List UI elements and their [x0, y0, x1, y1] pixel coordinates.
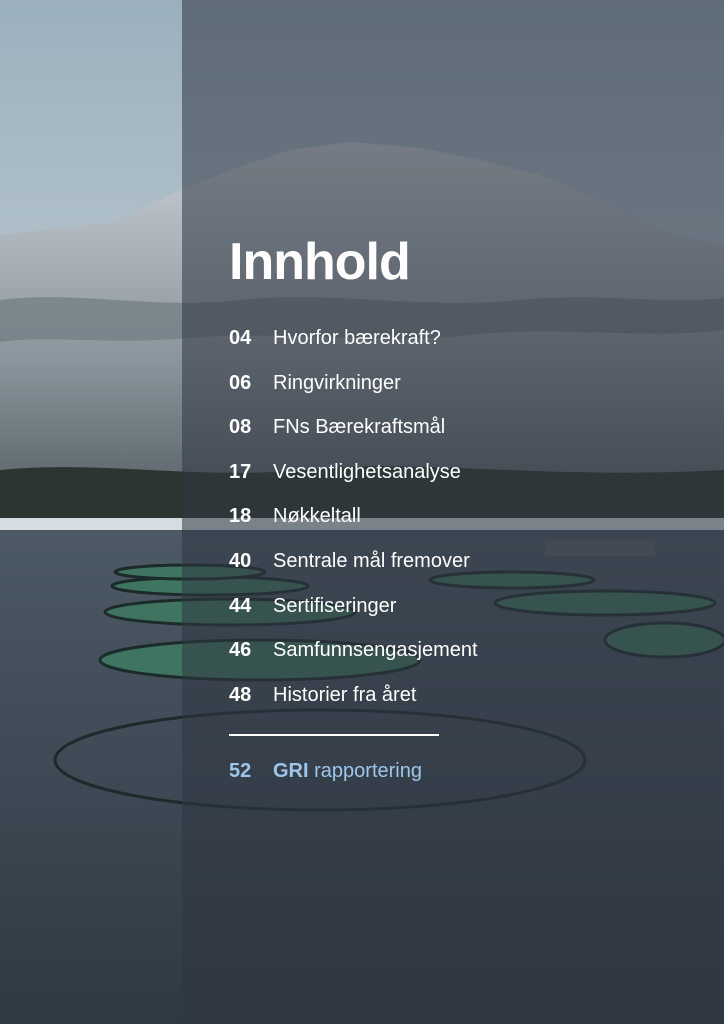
- gri-label-rest: rapportering: [314, 760, 422, 782]
- gri-label-strong: GRI: [273, 760, 309, 782]
- toc-page-number: 04: [229, 327, 252, 349]
- toc-label: FNs Bærekraftsmål: [273, 416, 446, 439]
- table-of-contents: 04 Hvorfor bærekraft? 06 Ringvirkninger 08…: [229, 327, 559, 728]
- toc-label: Sertifiseringer: [273, 594, 397, 617]
- contents-page: Innhold 04 Hvorfor bærekraft? 06 Ringvirkn…: [0, 0, 724, 1024]
- toc-label: Samfunnsengasjement: [273, 639, 478, 662]
- toc-label: Historier fra året: [273, 683, 417, 706]
- toc-page-number: 17: [229, 460, 252, 483]
- toc-label: Vesentlighetsanalyse: [273, 460, 461, 483]
- toc-item[interactable]: 04 Hvorfor bærekraft?: [229, 327, 559, 372]
- toc-item[interactable]: 46 Samfunnsengasjement: [229, 639, 559, 684]
- toc-label: Hvorfor bærekraft?: [273, 327, 441, 349]
- toc-page-number: 40: [229, 549, 252, 572]
- toc-page-number: 48: [229, 683, 252, 706]
- page-title: Innhold: [229, 233, 411, 291]
- toc-label: GRI rapportering: [273, 760, 422, 783]
- toc-page-number: 44: [229, 594, 252, 617]
- toc-page-number: 18: [229, 505, 252, 528]
- toc-item-gri[interactable]: 52 GRI rapportering: [229, 760, 422, 783]
- toc-page-number: 46: [229, 639, 252, 662]
- toc-item[interactable]: 08 FNs Bærekraftsmål: [229, 416, 559, 461]
- toc-label: Ringvirkninger: [273, 371, 401, 394]
- toc-item[interactable]: 18 Nøkkeltall: [229, 505, 559, 550]
- toc-item[interactable]: 48 Historier fra året: [229, 684, 559, 729]
- toc-item[interactable]: 06 Ringvirkninger: [229, 372, 559, 417]
- toc-item[interactable]: 44 Sertifiseringer: [229, 595, 559, 640]
- toc-label: Sentrale mål fremover: [273, 549, 470, 572]
- toc-page-number: 52: [229, 760, 252, 782]
- toc-divider: [229, 734, 439, 736]
- toc-item[interactable]: 17 Vesentlighetsanalyse: [229, 461, 559, 506]
- toc-label: Nøkkeltall: [273, 505, 361, 528]
- toc-item[interactable]: 40 Sentrale mål fremover: [229, 550, 559, 595]
- toc-page-number: 06: [229, 371, 252, 394]
- toc-page-number: 08: [229, 416, 252, 439]
